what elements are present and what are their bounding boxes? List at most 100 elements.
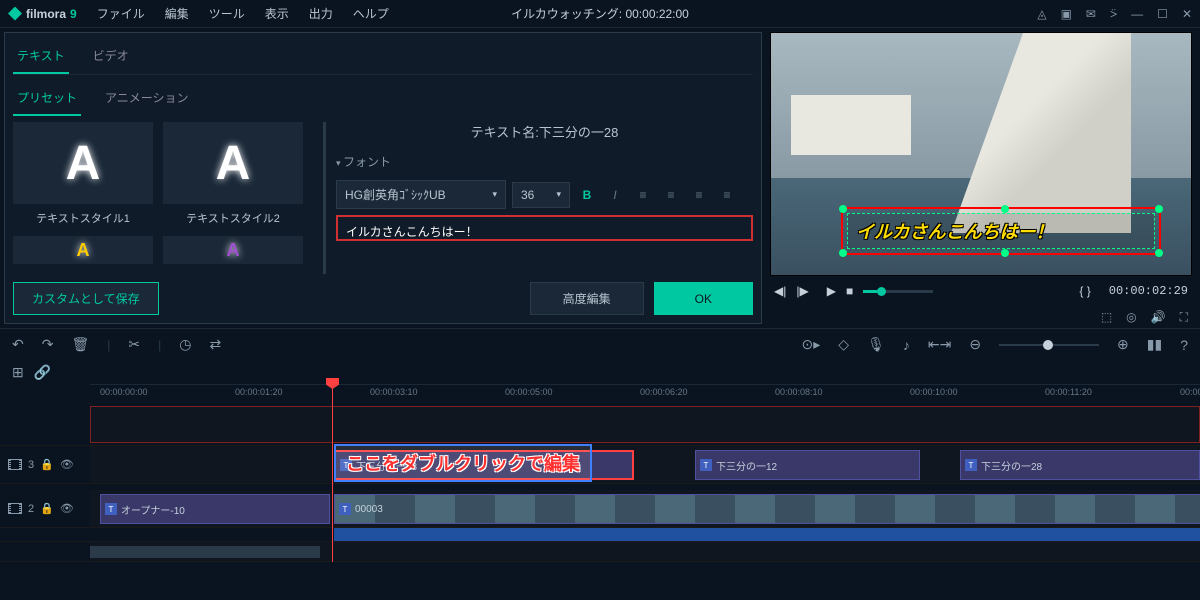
style-label-1: テキストスタイル1 (13, 204, 153, 232)
prev-frame-button[interactable]: ◀| (774, 284, 786, 298)
track-3-label: 3 (28, 459, 34, 471)
playhead[interactable] (332, 384, 333, 562)
menu-output[interactable]: 出力 (301, 1, 341, 26)
h-scrollbar[interactable] (90, 546, 320, 558)
empty-track (0, 404, 1200, 446)
crop-button[interactable]: ⇤⇥ (928, 336, 951, 353)
preview-panel: イルカさんこんちはー！ ◀| |▶ ▶ ■ { } 00:00:02:29 ⬚ … (766, 28, 1196, 328)
project-title: イルカウォッチング: 00:00:22:00 (511, 5, 689, 22)
menu-view[interactable]: 表示 (257, 1, 297, 26)
text-name-label: テキスト名:下三分の一28 (336, 122, 753, 141)
settings-button[interactable]: ⇄ (209, 336, 221, 353)
size-select[interactable]: 36▾ (512, 182, 570, 208)
titlebar: filmora 9 ファイル 編集 ツール 表示 出力 ヘルプ イルカウォッチング… (0, 0, 1200, 28)
maximize-icon[interactable]: ☐ (1157, 7, 1168, 21)
overlay-text[interactable]: イルカさんこんちはー！ (847, 213, 1155, 249)
timeline-clip[interactable]: T00003 (334, 494, 1200, 524)
align-left-button[interactable]: ≡ (632, 184, 654, 206)
playback-controls: ◀| |▶ ▶ ■ { } 00:00:02:29 (770, 276, 1192, 306)
main-menu: ファイル 編集 ツール 表示 出力 ヘルプ (89, 1, 397, 26)
next-frame-button[interactable]: |▶ (796, 284, 808, 298)
add-track-button[interactable]: ⊞ (12, 364, 24, 381)
text-editor-panel: テキスト ビデオ プリセット アニメーション A テキストスタイル1 A A テ… (4, 32, 762, 324)
preview-timecode: 00:00:02:29 (1109, 284, 1188, 298)
timeline-toolbar: ↶ ↷ 🗑 | ✂ | ◷ ⇄ ⊙▸ ◇ 🎙 ♪ ⇤⇥ ⊖ ⊕ ▮▮ ? (0, 328, 1200, 360)
save-custom-button[interactable]: カスタムとして保存 (13, 282, 159, 315)
menu-edit[interactable]: 編集 (157, 1, 197, 26)
snapshot-icon[interactable]: ◎ (1126, 310, 1136, 325)
speed-button[interactable]: ◷ (179, 336, 191, 353)
edit-annotation: ここをダブルクリックで編集 (334, 444, 592, 482)
help-button[interactable]: ? (1180, 337, 1188, 353)
fullscreen-icon[interactable]: ⛶ (1180, 310, 1188, 325)
render-button[interactable]: ⊙▸ (802, 336, 821, 353)
view-mode-button[interactable]: ▮▮ (1147, 336, 1162, 353)
menu-help[interactable]: ヘルプ (345, 1, 397, 26)
link-button[interactable]: 🔗 (34, 364, 51, 381)
style-card-1[interactable]: A テキストスタイル1 A (13, 122, 153, 264)
close-icon[interactable]: ✕ (1182, 7, 1192, 21)
app-name: filmora (26, 7, 66, 21)
film-icon (8, 459, 22, 470)
undo-button[interactable]: ↶ (12, 336, 24, 353)
cut-button[interactable]: ✂ (128, 336, 140, 353)
style-label-2: テキストスタイル2 (163, 204, 303, 232)
marker-button[interactable]: ◇ (838, 336, 849, 353)
mic-icon[interactable]: ⍩ (1110, 6, 1117, 21)
zoom-out-button[interactable]: ⊖ (969, 336, 981, 353)
track-3: 3 🔒 👁 ここをダブルクリックで編集 T下三分の一28T下三分の一12T下三分… (0, 446, 1200, 484)
volume-slider[interactable] (863, 290, 933, 293)
tab-preset[interactable]: プリセット (13, 83, 81, 116)
display-icon[interactable]: ⬚ (1101, 310, 1112, 325)
tab-text[interactable]: テキスト (13, 41, 69, 74)
speaker-icon[interactable]: 🔊 (1151, 310, 1166, 325)
mail-icon[interactable]: ✉ (1086, 7, 1096, 21)
text-properties: テキスト名:下三分の一28 フォント HG創英角ｺﾞｼｯｸUB▾ 36▾ B I… (323, 122, 753, 274)
timeline-clip[interactable]: Tオープナー-10 (100, 494, 330, 524)
save-icon[interactable]: ▣ (1061, 7, 1072, 21)
track-2-label: 2 (28, 503, 34, 515)
text-input[interactable]: イルカさんこんちはー！ (336, 215, 753, 241)
record-button[interactable]: 🎙 (867, 336, 885, 353)
logo-icon (8, 7, 22, 21)
timeline-clip[interactable]: T下三分の一12 (695, 450, 920, 480)
ok-button[interactable]: OK (654, 282, 753, 315)
font-section-header[interactable]: フォント (336, 149, 753, 174)
delete-button[interactable]: 🗑 (71, 336, 89, 353)
redo-button[interactable]: ↷ (42, 336, 54, 353)
align-center-button[interactable]: ≡ (660, 184, 682, 206)
italic-button[interactable]: I (604, 184, 626, 206)
style-card-2[interactable]: A テキストスタイル2 A (163, 122, 303, 264)
bold-button[interactable]: B (576, 184, 598, 206)
app-version: 9 (70, 7, 77, 21)
tab-video[interactable]: ビデオ (89, 41, 133, 74)
timeline: ⊞ 🔗 00:00:00:0000:00:01:2000:00:03:1000:… (0, 360, 1200, 600)
styles-column: A テキストスタイル1 A A テキストスタイル2 A (13, 122, 313, 274)
user-icon[interactable]: ◬ (1037, 7, 1046, 21)
zoom-in-button[interactable]: ⊕ (1117, 336, 1129, 353)
menu-tool[interactable]: ツール (201, 1, 253, 26)
tab-animation[interactable]: アニメーション (101, 83, 193, 116)
align-right-button[interactable]: ≡ (688, 184, 710, 206)
minimize-icon[interactable]: — (1131, 7, 1143, 21)
lock-icon[interactable]: 🔒 (40, 458, 54, 471)
advanced-button[interactable]: 高度編集 (530, 282, 644, 315)
loop-markers[interactable]: { } (1079, 284, 1090, 298)
eye-icon[interactable]: 👁 (60, 502, 74, 515)
scroll-strip (0, 542, 1200, 562)
eye-icon[interactable]: 👁 (60, 458, 74, 471)
font-select[interactable]: HG創英角ｺﾞｼｯｸUB▾ (336, 180, 506, 209)
audio-button[interactable]: ♪ (903, 337, 910, 353)
timeline-clip[interactable]: T下三分の一28 (960, 450, 1200, 480)
align-justify-button[interactable]: ≡ (716, 184, 738, 206)
time-ruler[interactable]: 00:00:00:0000:00:01:2000:00:03:1000:00:0… (90, 384, 1200, 404)
play-button[interactable]: ▶ (827, 284, 836, 298)
preview-viewport[interactable]: イルカさんこんちはー！ (770, 32, 1192, 276)
film-icon (8, 503, 22, 514)
zoom-slider[interactable] (999, 344, 1099, 346)
stop-button[interactable]: ■ (846, 284, 853, 298)
app-logo: filmora 9 (8, 7, 77, 21)
menu-file[interactable]: ファイル (89, 1, 153, 26)
text-overlay-box[interactable]: イルカさんこんちはー！ (841, 207, 1161, 255)
lock-icon[interactable]: 🔒 (40, 502, 54, 515)
